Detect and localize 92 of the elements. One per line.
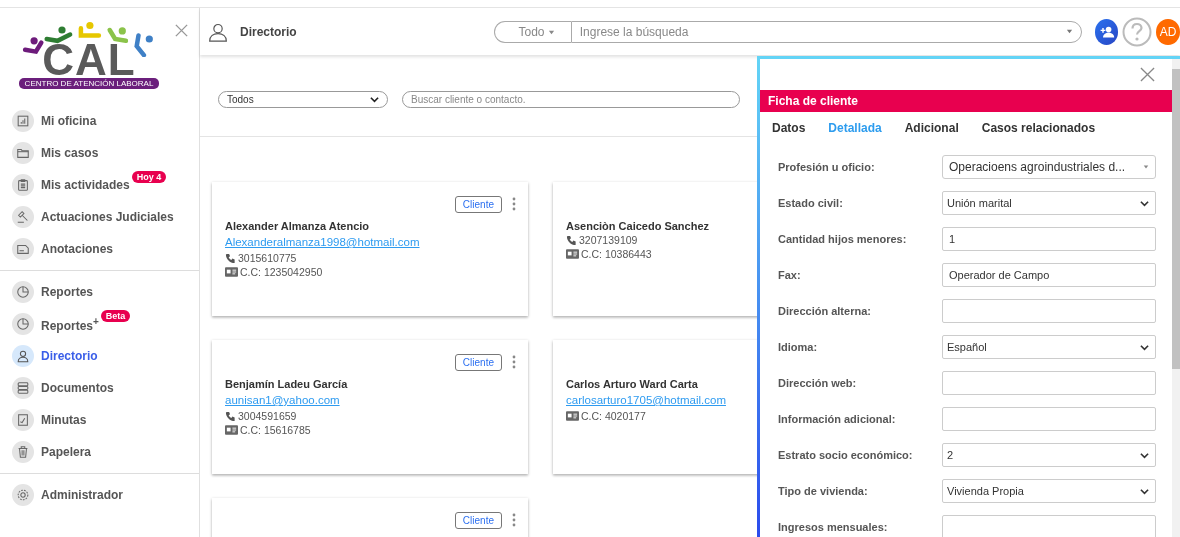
- field-label: Idioma:: [778, 341, 818, 353]
- settings-icon: [12, 484, 34, 506]
- chevron-down-icon: [1140, 450, 1149, 460]
- scope-dropdown[interactable]: Todo: [493, 20, 571, 43]
- select-field[interactable]: Unión marital: [942, 191, 1156, 215]
- id-number: C.C: 10386443: [581, 248, 652, 260]
- notification-badge: Beta: [100, 310, 131, 322]
- stack-icon: [12, 377, 34, 399]
- phone-icon: [225, 410, 236, 422]
- sidebar-item[interactable]: Mis actividades Hoy 4: [0, 169, 199, 201]
- more-icon[interactable]: [512, 513, 516, 527]
- more-icon[interactable]: [512, 197, 516, 211]
- chevron-down-icon: [370, 94, 379, 104]
- sidebar-item[interactable]: Papelera: [0, 436, 199, 468]
- id-card-icon: [566, 411, 579, 421]
- id-card-icon: [225, 425, 238, 435]
- field-label: Estado civil:: [778, 197, 843, 209]
- add-contact-button[interactable]: [1094, 18, 1119, 45]
- phone-number: 3004591659: [238, 410, 297, 422]
- contact-name: Alexander Almanza Atencio: [225, 220, 370, 232]
- note-icon: [12, 238, 34, 260]
- contact-name: Benjamín Ladeu García: [225, 378, 348, 390]
- sidebar-item[interactable]: Directorio: [0, 340, 199, 372]
- field-label: Dirección web:: [778, 377, 857, 389]
- contact-name: Asenciòn Caicedo Sanchez: [566, 220, 710, 232]
- contact-card[interactable]: Cliente: [212, 498, 528, 537]
- caret-icon: [1065, 28, 1073, 35]
- sidebar-item[interactable]: Administrador: [0, 479, 199, 511]
- folder-icon: [12, 142, 34, 164]
- input-field[interactable]: [942, 515, 1156, 537]
- gavel-icon: [12, 206, 34, 228]
- input-field[interactable]: Operador de Campo: [942, 263, 1156, 287]
- tab[interactable]: Adicional: [904, 121, 959, 135]
- pie-chart-icon: [12, 313, 34, 335]
- id-card-icon: [225, 267, 238, 277]
- sidebar-item[interactable]: Actuaciones Judiciales: [0, 201, 199, 233]
- field-label: Fax:: [778, 269, 801, 281]
- field-label: Profesión u oficio:: [778, 161, 875, 173]
- trash-icon: [12, 441, 34, 463]
- client-tag[interactable]: Cliente: [454, 195, 502, 213]
- page-title: Directorio: [240, 24, 297, 39]
- more-icon[interactable]: [512, 355, 516, 369]
- contact-card[interactable]: Cliente Benjamín Ladeu García aunisan1@yahoo.com 3004591659 C.C: 15616785: [212, 340, 528, 474]
- phone-number: 3015610775: [238, 252, 297, 264]
- sidebar-item[interactable]: Reportes: [0, 276, 199, 308]
- sidebar-item[interactable]: Mi oficina: [0, 105, 199, 137]
- sidebar-item[interactable]: Minutas: [0, 404, 199, 436]
- client-tag[interactable]: Cliente: [454, 511, 502, 529]
- sidebar-item[interactable]: Reportes$^{+}$ Beta: [0, 308, 199, 340]
- sidebar-item[interactable]: Anotaciones: [0, 233, 199, 265]
- person-icon: [12, 345, 34, 367]
- chevron-down-icon: [1140, 342, 1149, 352]
- client-tag[interactable]: Cliente: [454, 353, 502, 371]
- sidebar-item[interactable]: Documentos: [0, 372, 199, 404]
- chevron-down-icon: [1140, 486, 1149, 496]
- clipboard-icon: [12, 174, 34, 196]
- phone-icon: [225, 252, 236, 264]
- field-label: Dirección alterna:: [778, 305, 871, 317]
- caret-icon: [1143, 164, 1149, 170]
- id-number: C.C: 4020177: [581, 410, 646, 422]
- input-field[interactable]: [942, 407, 1156, 431]
- panel-title: Ficha de cliente: [760, 90, 1172, 112]
- id-number: C.C: 15616785: [240, 424, 311, 436]
- select-field[interactable]: Español: [942, 335, 1156, 359]
- field-label: Ingresos mensuales:: [778, 521, 888, 533]
- notification-badge: Hoy 4: [131, 171, 167, 183]
- caret-icon: [547, 28, 555, 36]
- chevron-down-icon: [1140, 198, 1149, 208]
- close-icon[interactable]: [1140, 67, 1155, 82]
- profession-dropdown[interactable]: Operacioens agroindustriales d...: [942, 155, 1156, 179]
- phone-icon: [566, 234, 577, 246]
- select-field[interactable]: 2: [942, 443, 1156, 467]
- input-field[interactable]: [942, 371, 1156, 395]
- pie-chart-icon: [12, 281, 34, 303]
- id-card-icon: [566, 249, 579, 259]
- tab[interactable]: Datos: [772, 121, 806, 135]
- close-icon[interactable]: [174, 23, 189, 38]
- sidebar-item[interactable]: Mis casos: [0, 137, 199, 169]
- contact-card[interactable]: Cliente Alexander Almanza Atencio Alexanderalmanza1998@hotmail.com 3015610775 C.C: 1235042950: [212, 182, 528, 316]
- select-field[interactable]: Vivienda Propia: [942, 479, 1156, 503]
- id-number: C.C: 1235042950: [240, 266, 323, 278]
- input-field[interactable]: 1: [942, 227, 1156, 251]
- client-search-field[interactable]: Buscar cliente o contacto.: [402, 90, 740, 108]
- input-field[interactable]: [942, 299, 1156, 323]
- field-label: Tipo de vivienda:: [778, 485, 868, 497]
- document-icon: [12, 409, 34, 431]
- contact-name: Carlos Arturo Ward Carta: [566, 378, 698, 390]
- tab[interactable]: Casos relacionados: [981, 121, 1096, 135]
- phone-number: 3207139109: [579, 234, 638, 246]
- scrollbar[interactable]: [1172, 59, 1180, 537]
- chart-icon: [12, 110, 34, 132]
- search-input[interactable]: Ingrese la búsqueda: [577, 23, 1066, 40]
